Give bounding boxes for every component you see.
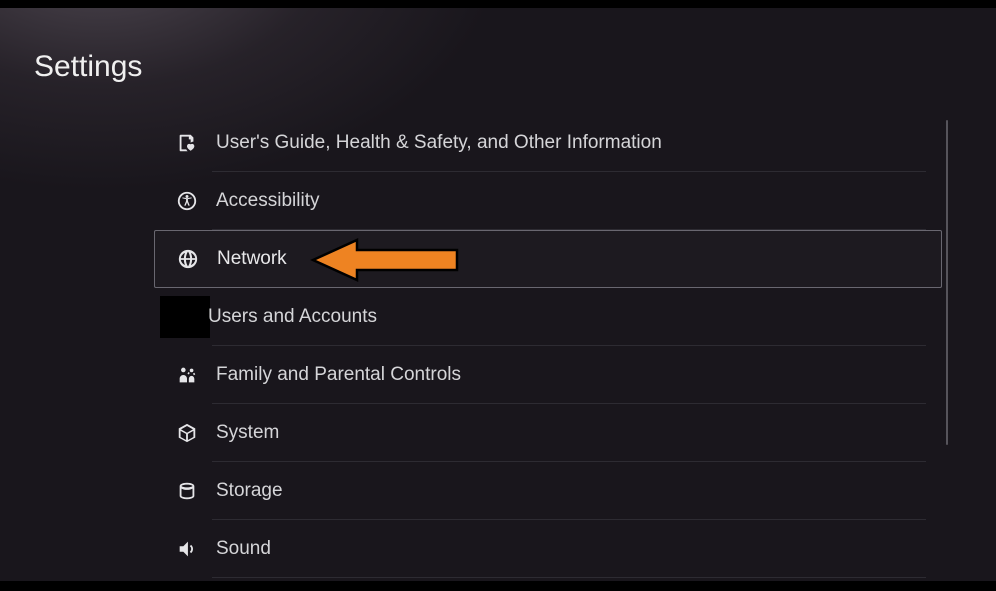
divider bbox=[212, 577, 926, 578]
menu-item-users-accounts[interactable]: Users and Accounts bbox=[154, 288, 942, 346]
accessibility-icon bbox=[174, 188, 200, 214]
menu-item-storage[interactable]: Storage bbox=[154, 462, 942, 520]
menu-label: Accessibility bbox=[216, 190, 319, 212]
menu-label: Sound bbox=[216, 538, 271, 560]
globe-icon bbox=[175, 246, 201, 272]
top-black-bar bbox=[0, 0, 996, 8]
menu-item-sound[interactable]: Sound bbox=[154, 520, 942, 578]
cube-icon bbox=[174, 420, 200, 446]
menu-label: Users and Accounts bbox=[208, 306, 377, 328]
menu-label: Storage bbox=[216, 480, 283, 502]
page-title: Settings bbox=[34, 50, 142, 84]
settings-menu: User's Guide, Health & Safety, and Other… bbox=[154, 114, 942, 578]
menu-item-family-controls[interactable]: Family and Parental Controls bbox=[154, 346, 942, 404]
menu-label: Family and Parental Controls bbox=[216, 364, 461, 386]
scrollbar[interactable] bbox=[946, 120, 948, 445]
menu-item-network[interactable]: Network bbox=[154, 230, 942, 288]
guide-heart-icon bbox=[174, 130, 200, 156]
speaker-icon bbox=[174, 536, 200, 562]
menu-item-accessibility[interactable]: Accessibility bbox=[154, 172, 942, 230]
menu-label: Network bbox=[217, 248, 287, 270]
family-icon bbox=[174, 362, 200, 388]
storage-icon bbox=[174, 478, 200, 504]
bottom-black-bar bbox=[0, 581, 996, 591]
menu-item-system[interactable]: System bbox=[154, 404, 942, 462]
menu-label: System bbox=[216, 422, 279, 444]
menu-item-users-guide[interactable]: User's Guide, Health & Safety, and Other… bbox=[154, 114, 942, 172]
menu-label: User's Guide, Health & Safety, and Other… bbox=[216, 132, 662, 154]
masked-icon bbox=[160, 296, 210, 338]
